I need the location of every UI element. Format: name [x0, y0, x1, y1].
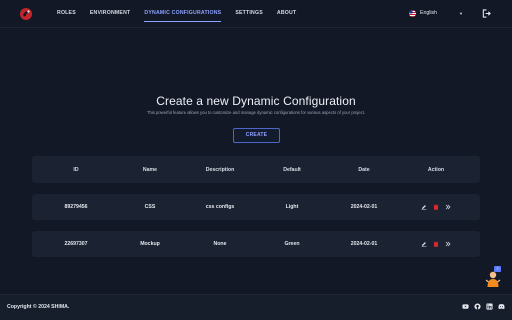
- row-actions: [412, 231, 460, 257]
- social-links: [462, 303, 505, 310]
- create-button[interactable]: CREATE: [233, 128, 280, 143]
- row-id: 89279456: [64, 204, 88, 210]
- column-header-action: Action: [427, 166, 445, 173]
- nav-about[interactable]: ABOUT: [270, 0, 303, 28]
- linkedin-icon[interactable]: [486, 303, 493, 310]
- row-date: 2024-02-01: [350, 241, 378, 247]
- us-flag-icon: [409, 9, 416, 17]
- column-header-description: Description: [205, 166, 235, 173]
- discord-icon[interactable]: [498, 303, 505, 310]
- logout-icon[interactable]: [482, 9, 491, 18]
- language-selector[interactable]: English ▼: [409, 7, 463, 19]
- page-subtitle: This powerful feature allows you to cust…: [146, 110, 366, 115]
- expand-icon[interactable]: [445, 241, 451, 247]
- delete-icon[interactable]: [433, 241, 439, 247]
- column-header-date: Date: [358, 166, 370, 173]
- column-header-id: ID: [73, 166, 79, 173]
- edit-icon[interactable]: [421, 204, 427, 210]
- row-description: None: [213, 241, 227, 247]
- row-id: 22697307: [64, 241, 88, 247]
- column-header-name: Name: [142, 166, 158, 173]
- table-row: 89279456 CSS css configs Light 2024-02-0…: [32, 194, 480, 220]
- chevron-down-icon: ▼: [459, 10, 463, 16]
- column-header-default: Default: [283, 166, 301, 173]
- assistant-badge[interactable]: ?: [494, 266, 501, 272]
- github-icon[interactable]: [474, 303, 481, 310]
- top-navbar: ROLES ENVIRONMENT DYNAMIC CONFIGURATIONS…: [0, 0, 512, 28]
- row-name: Mockup: [140, 241, 160, 247]
- footer: Copyright © 2024 SHIMA.: [0, 294, 512, 320]
- page-title: Create a new Dynamic Configuration: [156, 94, 356, 108]
- expand-icon[interactable]: [445, 204, 451, 210]
- delete-icon[interactable]: [433, 204, 439, 210]
- nav-settings[interactable]: SETTINGS: [228, 0, 270, 28]
- edit-icon[interactable]: [421, 241, 427, 247]
- nav-dynamic-configurations[interactable]: DYNAMIC CONFIGURATIONS: [137, 0, 228, 28]
- nav-roles[interactable]: ROLES: [50, 0, 83, 28]
- row-name: CSS: [144, 204, 156, 210]
- copyright-text: Copyright © 2024 SHIMA.: [7, 304, 70, 310]
- row-actions: [412, 194, 460, 220]
- shima-logo[interactable]: [19, 7, 33, 21]
- nav-environment[interactable]: ENVIRONMENT: [83, 0, 138, 28]
- row-default: Green: [284, 241, 300, 247]
- language-label: English: [420, 10, 438, 16]
- row-date: 2024-02-01: [350, 204, 378, 210]
- table-row: 22697307 Mockup None Green 2024-02-01: [32, 231, 480, 257]
- youtube-icon[interactable]: [462, 303, 469, 310]
- main-nav: ROLES ENVIRONMENT DYNAMIC CONFIGURATIONS…: [50, 0, 303, 28]
- table-header: ID Name Description Default Date Action: [32, 156, 480, 183]
- row-description: css configs: [205, 204, 235, 210]
- row-default: Light: [285, 204, 299, 210]
